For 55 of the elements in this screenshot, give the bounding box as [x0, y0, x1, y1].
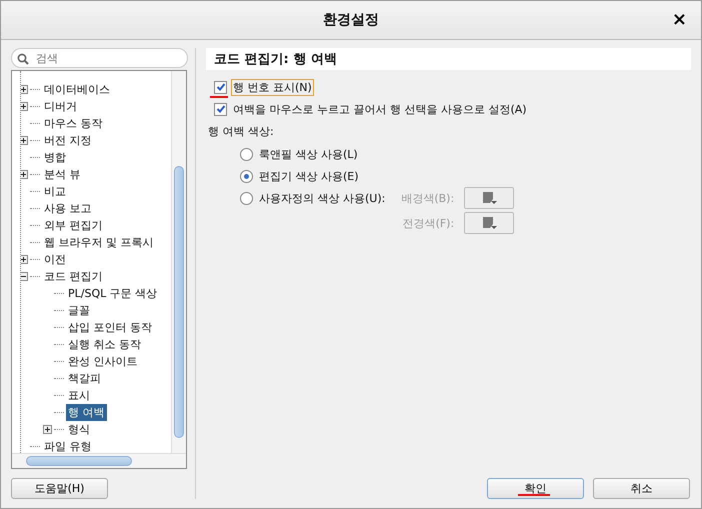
color-label: 전경색(F): — [402, 216, 454, 230]
annotation-underline — [518, 494, 550, 496]
tree-item[interactable]: 완성 인사이트 — [66, 353, 140, 370]
tree-item[interactable]: 파일 유형 — [42, 438, 94, 453]
expander-icon[interactable] — [21, 102, 28, 111]
tree-item[interactable]: 표시 — [66, 387, 92, 404]
cancel-button[interactable]: 취소 — [593, 478, 690, 499]
expander-icon[interactable] — [21, 272, 28, 281]
tree-item[interactable]: 글꼴 — [66, 302, 92, 319]
tree-item[interactable]: 사용 보고 — [42, 200, 94, 217]
radio-button[interactable] — [240, 192, 253, 204]
window-title: 환경설정 — [323, 11, 379, 29]
annotation-underline — [210, 96, 228, 98]
tree-item[interactable]: 이전 — [42, 251, 68, 268]
tree-item[interactable]: 웹 브라우저 및 프록시 — [42, 234, 156, 251]
expander-icon[interactable] — [21, 85, 28, 94]
checkbox-label: 행 번호 표시(N) — [231, 78, 314, 96]
tree-item[interactable]: 코드 편집기 — [42, 268, 104, 285]
tree-item[interactable]: 분석 뷰 — [42, 166, 82, 183]
tree-item[interactable]: 비교 — [42, 183, 68, 200]
radio-button[interactable] — [240, 148, 253, 160]
color-swatch-icon — [481, 215, 498, 231]
radio-label: 룩앤필 색상 사용(L) — [259, 146, 358, 162]
tree-item[interactable]: 외부 편집기 — [42, 217, 104, 234]
tree-item[interactable]: 데이터베이스 — [42, 81, 112, 98]
tree-item[interactable]: 실행 취소 동작 — [66, 336, 143, 353]
tree-item[interactable]: 마우스 동작 — [42, 115, 104, 132]
close-button[interactable]: × — [668, 9, 691, 30]
tree-item[interactable]: 버전 지정 — [42, 132, 94, 149]
tree-item[interactable]: 디버거 — [42, 98, 79, 115]
tree-item[interactable]: 형식 — [66, 421, 92, 438]
checkbox[interactable] — [214, 102, 227, 116]
tree-item[interactable]: PL/SQL 구문 색상 — [66, 285, 160, 302]
vertical-scrollbar[interactable] — [171, 71, 186, 453]
radio-label: 사용자정의 색상 사용(U): — [259, 190, 386, 206]
expander-icon[interactable] — [21, 255, 28, 264]
tree-item[interactable]: 행 여백 — [66, 404, 106, 421]
horizontal-scrollbar[interactable] — [12, 453, 186, 468]
radio-label: 편집기 색상 사용(E) — [259, 168, 359, 184]
ok-button[interactable]: 확인 — [487, 478, 584, 499]
search-field[interactable]: 검색 — [11, 48, 188, 68]
tree-item[interactable]: 삽입 포인터 동작 — [66, 319, 154, 336]
tree-item[interactable]: 병합 — [42, 149, 68, 166]
expander-icon[interactable] — [43, 425, 52, 434]
group-label: 행 여백 색상: — [207, 124, 275, 140]
color-label: 배경색(B): — [401, 190, 454, 206]
radio-button[interactable] — [240, 170, 253, 182]
help-button[interactable]: 도움말(H) — [11, 478, 108, 499]
panel-title: 코드 편집기: 행 여백 — [206, 48, 691, 70]
color-swatch-icon — [481, 190, 498, 206]
expander-icon[interactable] — [21, 136, 28, 145]
checkbox-label: 여백을 마우스로 누르고 끌어서 행 선택을 사용으로 설정(A) — [232, 102, 528, 118]
checkbox[interactable] — [214, 80, 227, 94]
expander-icon[interactable] — [21, 170, 28, 179]
tree-item[interactable]: 책갈피 — [66, 370, 103, 387]
